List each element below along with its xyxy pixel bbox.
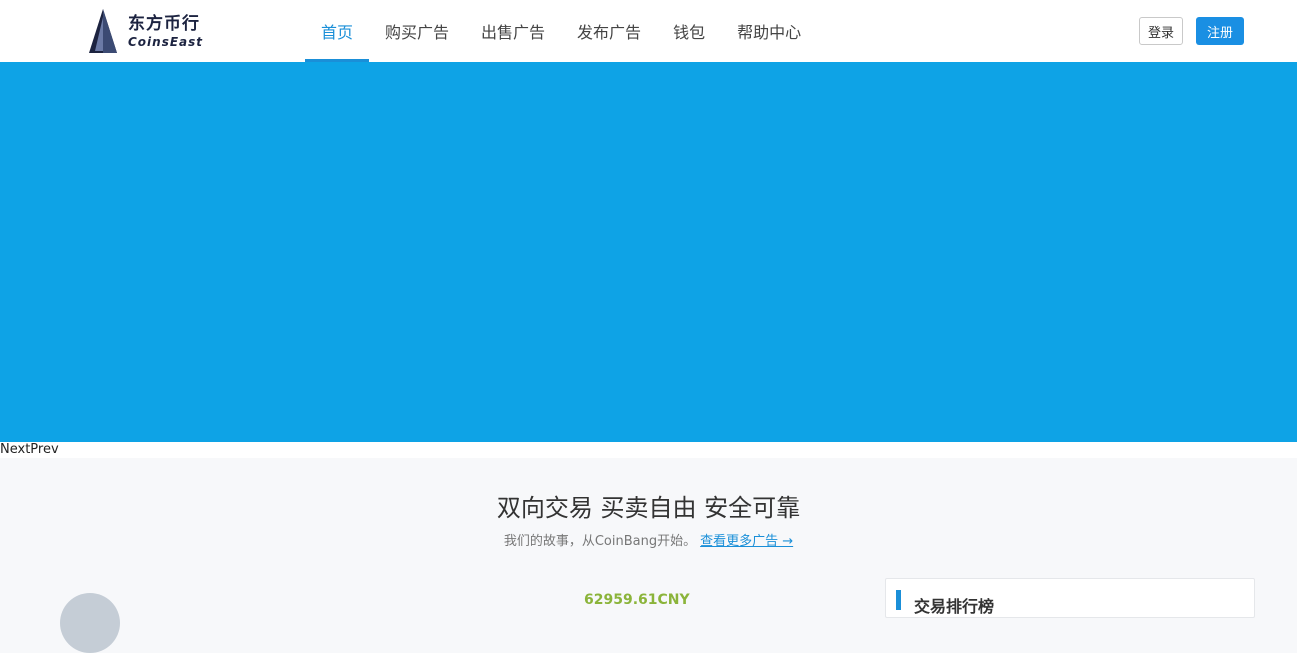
brand-name-cn: 东方币行 — [128, 14, 200, 34]
site-header: 东方币行 CoinsEast 首页 购买广告 出售广告 发布广告 钱包 帮助中心… — [0, 0, 1297, 62]
login-button[interactable]: 登录 — [1139, 17, 1183, 45]
view-more-ads-link[interactable]: 查看更多广告 → — [700, 534, 793, 549]
slider-next-button[interactable]: Next — [0, 442, 30, 457]
avatar — [60, 593, 120, 653]
slider-prev-button[interactable]: Prev — [30, 442, 58, 457]
ranking-title: 交易排行榜 — [914, 597, 995, 616]
nav-item-wallet[interactable]: 钱包 — [657, 0, 721, 62]
register-button[interactable]: 注册 — [1196, 17, 1244, 45]
hero-banner — [0, 62, 1297, 442]
nav-item-buy-ads[interactable]: 购买广告 — [369, 0, 465, 62]
main-nav: 首页 购买广告 出售广告 发布广告 钱包 帮助中心 — [305, 0, 817, 62]
brand-name-en: CoinsEast — [128, 35, 204, 49]
slider-controls: NextPrev — [0, 442, 1297, 458]
logo[interactable]: 东方币行 CoinsEast — [86, 6, 216, 58]
nav-item-home[interactable]: 首页 — [305, 0, 370, 62]
ranking-panel: 交易排行榜 — [885, 578, 1255, 618]
section-subtitle: 我们的故事，从CoinBang开始。 查看更多广告 → — [0, 530, 1297, 549]
ranking-accent-bar — [896, 590, 901, 610]
nav-item-sell-ads[interactable]: 出售广告 — [465, 0, 561, 62]
section-title: 双向交易 买卖自由 安全可靠 — [496, 494, 801, 522]
nav-item-help-center[interactable]: 帮助中心 — [721, 0, 817, 62]
price-value: 62959.61CNY — [584, 592, 690, 608]
section-subtitle-text: 我们的故事，从CoinBang开始。 — [503, 534, 697, 549]
nav-item-post-ad[interactable]: 发布广告 — [561, 0, 657, 62]
sail-logo-icon — [89, 9, 117, 53]
